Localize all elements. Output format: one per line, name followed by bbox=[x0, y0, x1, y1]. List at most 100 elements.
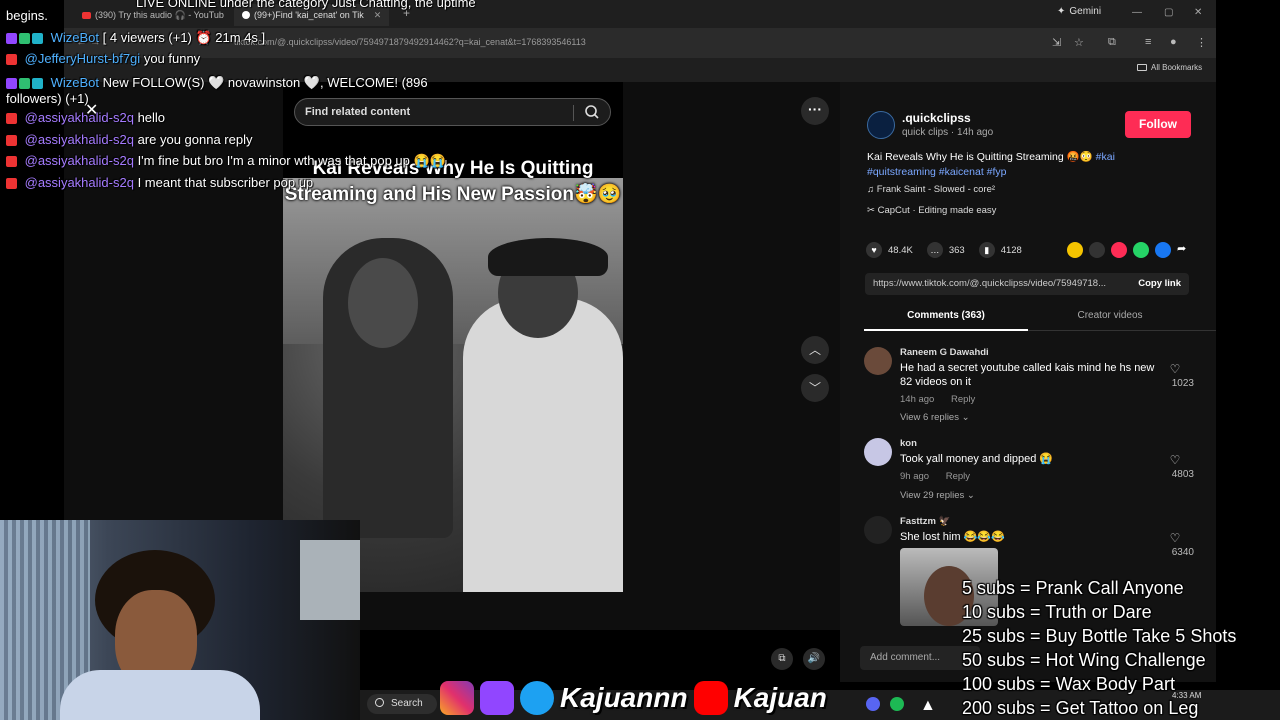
chat-line: @assiyakhalid-s2q I meant that subscribe… bbox=[6, 172, 313, 193]
instagram-icon bbox=[440, 681, 474, 715]
screen: (390) Try this audio 🎧 - YouTub ✕ (99+)F… bbox=[0, 0, 1280, 720]
volume-icon[interactable]: 🔊 bbox=[803, 648, 825, 670]
comment-author[interactable]: Fasttzm 🦅 bbox=[900, 516, 950, 527]
hashtag-link[interactable]: #quitstreaming bbox=[867, 166, 936, 178]
chat-username: @JefferyHurst-bf7gi bbox=[24, 51, 141, 66]
related-search-input[interactable]: Find related content bbox=[294, 98, 611, 126]
follow-button[interactable]: Follow bbox=[1125, 111, 1191, 138]
hashtag-link[interactable]: #kaicenat bbox=[939, 166, 984, 178]
chat-username: @assiyakhalid-s2q bbox=[24, 175, 134, 190]
author-handle[interactable]: .quickclipss bbox=[902, 111, 971, 125]
brand-name: Kajuannn bbox=[560, 682, 688, 713]
youtube-icon bbox=[6, 156, 17, 168]
install-icon[interactable]: ⇲ bbox=[1052, 36, 1061, 49]
hashtag-link[interactable]: #kai bbox=[1096, 151, 1115, 163]
chat-message: you funny bbox=[143, 51, 201, 66]
pip-icon[interactable]: ⧉ bbox=[771, 648, 793, 670]
view-replies-button[interactable]: View 29 replies ⌄ bbox=[900, 490, 975, 501]
send-icon[interactable] bbox=[1111, 242, 1127, 258]
chat-line: @assiyakhalid-s2q are you gonna reply bbox=[6, 129, 252, 150]
profile-icon[interactable]: ● bbox=[1170, 36, 1177, 48]
sub-goal-item: 25 subs = Buy Bottle Take 5 Shots bbox=[962, 626, 1237, 646]
link-box: https://www.tiktok.com/@.quickclipss/vid… bbox=[865, 273, 1189, 295]
engagement-stats: ♥ 48.4K … 363 ▮ 4128 bbox=[866, 242, 1022, 258]
avatar[interactable] bbox=[864, 347, 892, 375]
sub-goals: 5 subs = Prank Call Anyone 10 subs = Tru… bbox=[962, 576, 1280, 720]
youtube-icon bbox=[6, 113, 17, 125]
reply-button[interactable]: Reply bbox=[946, 471, 970, 482]
chat-message: hello bbox=[137, 110, 166, 125]
capcut-link[interactable]: ✂ CapCut · Editing made easy bbox=[867, 205, 996, 216]
chat-line: WizeBot [ 4 viewers (+1) ⏰ 21m 4s ] bbox=[6, 27, 265, 48]
discord-icon[interactable] bbox=[866, 697, 880, 711]
heart-icon[interactable]: ♡ bbox=[1160, 531, 1190, 545]
app-icon[interactable]: ▲ bbox=[920, 697, 936, 714]
avatar[interactable] bbox=[864, 516, 892, 544]
copy-link-button[interactable]: Copy link bbox=[1138, 278, 1181, 289]
like-button[interactable]: ♥ 48.4K bbox=[866, 242, 913, 258]
chat-message: LIVE ONLINE under the category Just Chat… bbox=[136, 0, 476, 10]
chevron-up-icon[interactable]: ︿ bbox=[801, 336, 829, 364]
avatar[interactable] bbox=[867, 111, 895, 139]
music-link[interactable]: ♫ Frank Saint - Slowed - core² bbox=[867, 184, 995, 195]
embed-icon[interactable] bbox=[1089, 242, 1105, 258]
chat-username: @assiyakhalid-s2q bbox=[24, 110, 134, 125]
chat-message: are you gonna reply bbox=[137, 132, 253, 147]
whatsapp-icon[interactable] bbox=[1133, 242, 1149, 258]
heart-icon[interactable]: ♡ bbox=[1160, 362, 1190, 376]
close-icon[interactable]: ✕ bbox=[85, 100, 98, 120]
youtube-icon bbox=[82, 11, 91, 19]
chat-message: followers) (+1) bbox=[6, 91, 89, 106]
window-close-icon[interactable]: ✕ bbox=[1194, 7, 1202, 18]
tab-comments[interactable]: Comments (363) bbox=[864, 310, 1028, 331]
comment-author[interactable]: Raneem G Dawahdi bbox=[900, 347, 989, 358]
twitch-icon bbox=[480, 681, 514, 715]
comment-likes: 4803 bbox=[1171, 469, 1194, 480]
coin-icon[interactable] bbox=[1067, 242, 1083, 258]
hashtag-link[interactable]: #fyp bbox=[987, 166, 1007, 178]
sub-goal-item: 50 subs = Hot Wing Challenge bbox=[962, 650, 1206, 670]
url-text[interactable]: tiktok.com/@.quickclipss/video/759497187… bbox=[234, 37, 586, 47]
tab-creator-videos[interactable]: Creator videos bbox=[1040, 310, 1180, 321]
chevron-down-icon[interactable]: ﹀ bbox=[801, 374, 829, 402]
comment-text: He had a secret youtube called kais mind… bbox=[900, 362, 1155, 388]
kebab-menu-icon[interactable]: ⋮ bbox=[1196, 36, 1207, 49]
comment-author[interactable]: kon bbox=[900, 438, 917, 449]
extensions-icon[interactable]: ⧉ bbox=[1108, 36, 1116, 49]
youtube-icon bbox=[693, 681, 728, 715]
author-subtitle: quick clips · 14h ago bbox=[902, 127, 994, 138]
taskbar-search[interactable]: Search bbox=[367, 694, 437, 714]
gemini-button[interactable]: ✦ Gemini bbox=[1057, 6, 1101, 17]
share-arrow-icon[interactable]: ➦ bbox=[1177, 242, 1193, 258]
sub-goal-item: 200 subs = Get Tattoo on Leg bbox=[962, 698, 1199, 718]
video-link[interactable]: https://www.tiktok.com/@.quickclipss/vid… bbox=[873, 278, 1106, 289]
view-replies-button[interactable]: View 6 replies ⌄ bbox=[900, 412, 970, 423]
all-bookmarks[interactable]: All Bookmarks bbox=[1137, 63, 1202, 72]
twitter-icon bbox=[520, 681, 554, 715]
chat-line: @JefferyHurst-bf7gi you funny bbox=[6, 48, 200, 69]
comment-button[interactable]: … 363 bbox=[926, 242, 965, 258]
save-button[interactable]: ▮ 4128 bbox=[978, 242, 1022, 258]
chevron-down-icon: ⌄ bbox=[961, 412, 970, 423]
sub-goal-item: 5 subs = Prank Call Anyone bbox=[962, 578, 1184, 598]
menu-lines-icon[interactable]: ≡ bbox=[1145, 36, 1151, 48]
comment-likes: 6340 bbox=[1171, 547, 1194, 558]
star-icon[interactable]: ☆ bbox=[1074, 36, 1084, 49]
facebook-icon[interactable] bbox=[1155, 242, 1171, 258]
chat-message: [ 4 viewers (+1) ⏰ 21m 4s ] bbox=[102, 30, 266, 45]
chat-username: WizeBot bbox=[50, 30, 100, 45]
comment-item: Raneem G Dawahdi He had a secret youtube… bbox=[864, 347, 1204, 427]
reply-button[interactable]: Reply bbox=[951, 394, 975, 405]
capcut-icon: ✂ bbox=[867, 205, 875, 216]
heart-icon[interactable]: ♡ bbox=[1160, 453, 1190, 467]
spotify-icon[interactable] bbox=[890, 697, 904, 711]
more-options-icon[interactable]: ··· bbox=[801, 97, 829, 125]
maximize-icon[interactable]: ▢ bbox=[1164, 7, 1173, 18]
youtube-icon bbox=[6, 54, 17, 66]
minimize-icon[interactable]: — bbox=[1132, 7, 1142, 18]
avatar[interactable] bbox=[864, 438, 892, 466]
search-icon[interactable] bbox=[584, 104, 600, 120]
chevron-down-icon: ⌄ bbox=[966, 490, 975, 501]
comment-text: Took yall money and dipped 😭 bbox=[900, 453, 1054, 465]
chat-username: @assiyakhalid-s2q bbox=[24, 153, 134, 168]
